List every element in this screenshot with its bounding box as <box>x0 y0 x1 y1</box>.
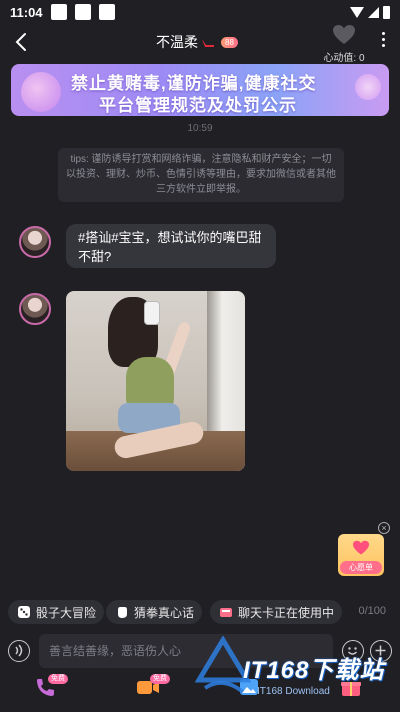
message-timestamp: 10:59 <box>187 123 213 134</box>
announcement-banner[interactable]: 禁止黄赌毒,谨防诈骗,健康社交 平台管理规范及处罚公示 <box>11 64 389 116</box>
wifi-icon <box>350 6 364 18</box>
message-image[interactable] <box>66 291 245 471</box>
quick-actions-bar: 骰子大冒险 猜拳真心话 聊天卡正在使用中 0/100 <box>0 598 400 626</box>
chat-card-button[interactable]: 聊天卡正在使用中 <box>210 600 343 624</box>
level-badge: 88 <box>221 36 238 48</box>
image-icon <box>240 679 258 695</box>
page-title: 不温柔 <box>156 34 198 50</box>
message-input[interactable] <box>39 634 333 668</box>
heart-value-widget[interactable]: 心动值: 0 <box>323 24 365 64</box>
voice-input-icon[interactable] <box>8 640 30 662</box>
notification-icon <box>98 4 115 20</box>
safety-tips: tips: 谨防诱导打赏和网络诈骗，注意隐私和财产安全；一切以投资、理财、炒币、… <box>58 148 344 202</box>
notification-icon <box>74 4 91 20</box>
heart-value: 心动值: 0 <box>323 53 365 64</box>
banner-decoration <box>355 74 381 100</box>
video-call-button[interactable]: 免费 <box>136 674 170 704</box>
chat-card-icon <box>218 604 234 620</box>
avatar[interactable] <box>19 226 51 258</box>
signal-icon <box>368 6 379 18</box>
rock-paper-scissors-button[interactable]: 猜拳真心话 <box>106 600 203 624</box>
banner-decoration <box>21 72 61 112</box>
status-bar: 11:04 <box>0 0 400 24</box>
chat-header: 不温柔 88 心动值: 0 <box>0 24 400 64</box>
send-gift-button[interactable] <box>340 676 368 704</box>
chip-label: 猜拳真心话 <box>134 605 195 620</box>
chip-label: 聊天卡正在使用中 <box>238 605 335 620</box>
heart-icon <box>353 540 369 555</box>
message-input-bar <box>0 632 400 670</box>
close-icon[interactable]: × <box>378 522 390 534</box>
dice-icon <box>16 604 32 620</box>
fist-icon <box>114 604 130 620</box>
status-time: 11:04 <box>10 4 43 20</box>
bottom-action-bar: 免费 免费 <box>0 672 400 712</box>
back-arrow-icon[interactable] <box>10 30 34 54</box>
message-bubble[interactable]: #搭讪#宝宝，想试试你的嘴巴甜不甜? <box>66 224 276 268</box>
wishlist-widget[interactable]: × 心愿单 <box>338 522 390 576</box>
photo-phone <box>144 301 160 325</box>
free-badge: 免费 <box>150 674 170 684</box>
more-actions-icon[interactable] <box>370 640 392 662</box>
dice-game-button[interactable]: 骰子大冒险 <box>8 600 105 624</box>
voice-call-button[interactable]: 免费 <box>34 674 68 704</box>
gift-icon <box>341 682 361 696</box>
more-options-icon[interactable] <box>382 32 386 48</box>
char-counter: 0/100 <box>358 605 386 617</box>
banner-line-2: 平台管理规范及处罚公示 <box>99 96 297 115</box>
emoji-icon[interactable] <box>342 640 364 662</box>
envelope-icon: 心愿单 <box>338 534 384 576</box>
wishlist-label: 心愿单 <box>340 561 382 574</box>
notification-icon <box>50 4 67 20</box>
battery-icon <box>383 5 390 19</box>
photo-top <box>126 357 174 409</box>
heart-icon <box>333 25 355 44</box>
free-badge: 免费 <box>48 674 68 684</box>
chip-label: 骰子大冒险 <box>36 605 97 620</box>
high-heel-icon <box>202 39 214 47</box>
chat-title-group[interactable]: 不温柔 88 <box>156 32 238 52</box>
avatar[interactable] <box>19 293 51 325</box>
send-image-button[interactable] <box>238 676 266 704</box>
